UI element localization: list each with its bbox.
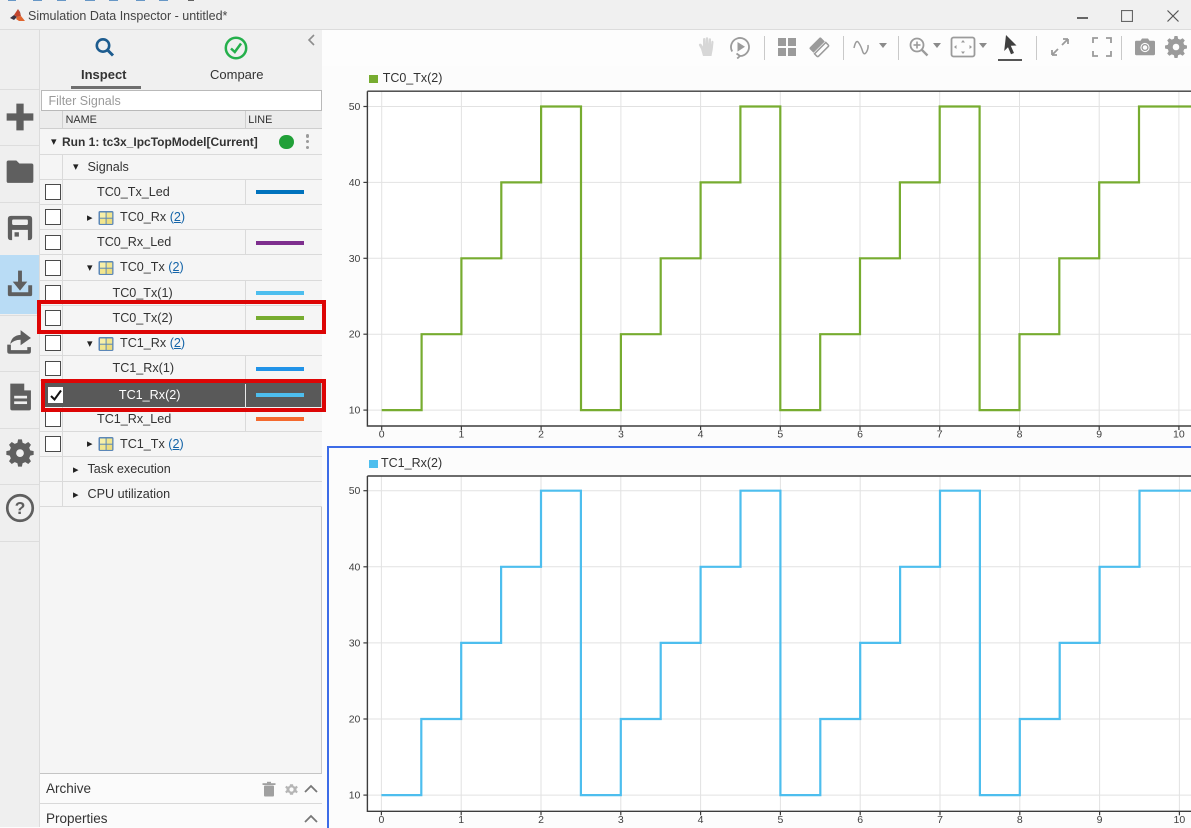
svg-text:20: 20 <box>349 714 361 726</box>
svg-text:3: 3 <box>618 429 624 441</box>
svg-text:50: 50 <box>349 101 361 113</box>
svg-text:20: 20 <box>349 329 361 341</box>
svg-text:0: 0 <box>378 814 384 826</box>
svg-text:40: 40 <box>349 561 361 573</box>
svg-text:0: 0 <box>379 429 385 441</box>
svg-text:9: 9 <box>1096 429 1102 441</box>
svg-text:8: 8 <box>1017 814 1023 826</box>
svg-text:4: 4 <box>698 429 704 441</box>
svg-text:2: 2 <box>538 429 544 441</box>
svg-text:2: 2 <box>538 814 544 826</box>
svg-text:10: 10 <box>349 790 361 802</box>
svg-text:40: 40 <box>349 177 361 189</box>
svg-text:6: 6 <box>857 429 863 441</box>
svg-text:3: 3 <box>618 814 624 826</box>
svg-text:5: 5 <box>777 429 783 441</box>
svg-text:30: 30 <box>349 253 361 265</box>
svg-text:30: 30 <box>349 637 361 649</box>
svg-text:7: 7 <box>937 429 943 441</box>
svg-text:5: 5 <box>777 814 783 826</box>
svg-text:9: 9 <box>1097 814 1103 826</box>
svg-text:1: 1 <box>458 814 464 826</box>
svg-text:10: 10 <box>349 405 361 417</box>
svg-text:1: 1 <box>458 429 464 441</box>
svg-text:50: 50 <box>349 485 361 497</box>
svg-text:7: 7 <box>937 814 943 826</box>
svg-text:10: 10 <box>1173 429 1185 441</box>
svg-text:6: 6 <box>857 814 863 826</box>
svg-text:?: ? <box>15 498 26 518</box>
svg-text:8: 8 <box>1017 429 1023 441</box>
svg-text:4: 4 <box>698 814 704 826</box>
svg-text:10: 10 <box>1174 814 1186 826</box>
